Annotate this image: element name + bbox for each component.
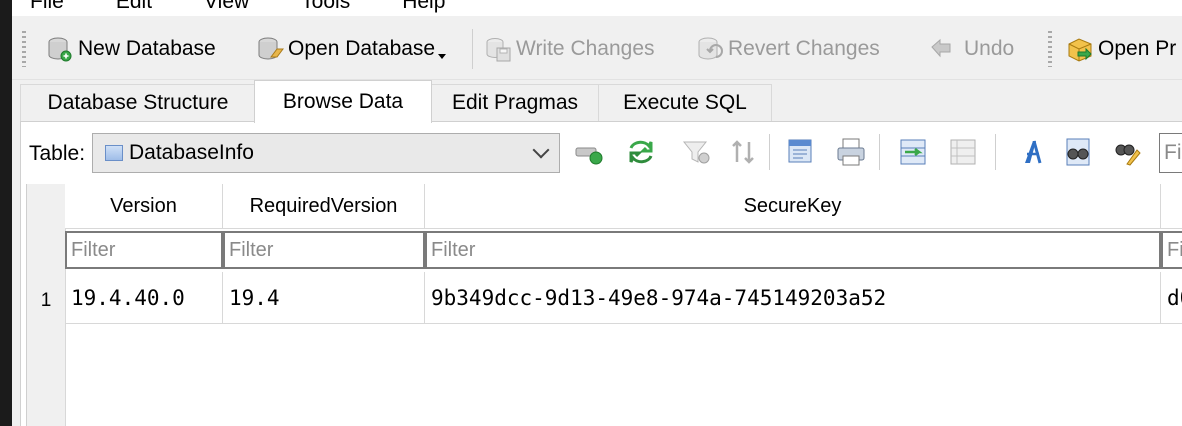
open-project-label: Open Pr: [1098, 37, 1177, 60]
open-database-label: Open Database: [288, 37, 436, 60]
toolbar-grip[interactable]: [1048, 31, 1052, 67]
tab-execute-sql[interactable]: Execute SQL: [598, 84, 772, 121]
browse-toolbar-separator: [879, 134, 880, 170]
clear-filters-icon[interactable]: [681, 136, 713, 168]
browse-toolbar-separator: [995, 134, 996, 170]
print-icon[interactable]: [835, 136, 867, 168]
browse-data-panel: Table: DatabaseInfo Fi Version RequiredV…: [20, 121, 1182, 426]
open-project-button[interactable]: Open Pr: [1066, 31, 1176, 67]
new-database-icon: [48, 37, 72, 62]
toolbar-separator: [472, 29, 473, 69]
global-filter-input[interactable]: Fil: [1159, 133, 1182, 173]
cell-next[interactable]: d0: [1161, 272, 1182, 324]
column-header-version[interactable]: Version: [65, 184, 223, 229]
tab-browse-data[interactable]: Browse Data: [254, 80, 432, 123]
undo-button[interactable]: Undo: [924, 31, 1014, 67]
new-database-button[interactable]: New Database: [46, 31, 216, 67]
filter-placeholder: Filter: [71, 238, 116, 261]
main-tab-bar: Database Structure Browse Data Edit Prag…: [12, 80, 1182, 123]
cell-requiredversion[interactable]: 19.4: [223, 272, 425, 324]
delete-record-icon[interactable]: [947, 136, 979, 168]
filter-placeholder: Filter: [229, 238, 274, 261]
sync-arrows-icon[interactable]: [625, 136, 657, 168]
window-frame-edge: [0, 0, 12, 426]
tab-database-structure[interactable]: Database Structure: [20, 84, 256, 121]
revert-changes-label: Revert Changes: [728, 37, 880, 60]
menu-view[interactable]: View: [204, 0, 249, 14]
menu-help[interactable]: Help: [402, 0, 445, 14]
filter-placeholder: Filt: [1167, 238, 1182, 261]
write-changes-label: Write Changes: [516, 37, 655, 60]
save-table-icon[interactable]: [785, 136, 817, 168]
open-database-icon: [258, 37, 284, 60]
sort-icon[interactable]: [727, 136, 759, 168]
new-database-label: New Database: [78, 37, 216, 60]
filter-input-next[interactable]: Filt: [1161, 231, 1182, 269]
filter-input-version[interactable]: Filter: [65, 231, 223, 269]
write-changes-button[interactable]: Write Changes: [484, 31, 655, 67]
open-database-button[interactable]: Open Database: [256, 31, 447, 67]
revert-changes-icon: [698, 37, 723, 60]
refresh-table-icon[interactable]: [573, 136, 605, 168]
column-header-securekey[interactable]: SecureKey: [425, 184, 1161, 229]
column-header-requiredversion[interactable]: RequiredVersion: [223, 184, 425, 229]
open-database-dropdown-icon[interactable]: [438, 53, 447, 59]
cell-securekey[interactable]: 9b349dcc-9d13-49e8-974a-745149203a52: [425, 272, 1161, 324]
open-project-icon: [1068, 38, 1092, 62]
menu-file[interactable]: File: [30, 0, 64, 14]
find-icon[interactable]: [1061, 136, 1093, 168]
main-toolbar: New Database Open Database Write Changes: [12, 17, 1182, 80]
filter-placeholder: Filter: [431, 238, 476, 261]
chevron-down-icon[interactable]: [532, 141, 550, 159]
tab-edit-pragmas[interactable]: Edit Pragmas: [430, 84, 600, 121]
table-select-value: DatabaseInfo: [129, 141, 254, 164]
filter-input-securekey[interactable]: Filter: [425, 231, 1161, 269]
data-grid: Version RequiredVersion SecureKey Filter…: [26, 184, 1182, 426]
find-replace-icon[interactable]: [1111, 136, 1143, 168]
table-select[interactable]: DatabaseInfo: [92, 133, 560, 173]
browse-toolbar-separator: [769, 134, 770, 170]
menu-edit[interactable]: Edit: [116, 0, 152, 14]
undo-label: Undo: [964, 37, 1015, 60]
filter-input-requiredversion[interactable]: Filter: [223, 231, 425, 269]
menu-bar: File Edit View Tools Help: [12, 0, 1182, 16]
cell-version[interactable]: 19.4.40.0: [65, 272, 223, 324]
insert-record-icon[interactable]: [897, 136, 929, 168]
undo-icon: [931, 38, 951, 58]
app-window: File Edit View Tools Help New Database O…: [12, 0, 1182, 426]
table-label: Table:: [29, 142, 86, 165]
menu-tools[interactable]: Tools: [301, 0, 350, 14]
revert-changes-button[interactable]: Revert Changes: [696, 31, 880, 67]
column-header-next[interactable]: [1161, 184, 1182, 229]
global-filter-placeholder: Fil: [1164, 141, 1182, 164]
font-format-icon[interactable]: [1017, 136, 1049, 168]
table-icon: [105, 145, 123, 161]
toolbar-grip[interactable]: [22, 31, 26, 67]
row-number[interactable]: 1: [27, 272, 65, 324]
write-changes-icon: [486, 38, 511, 62]
